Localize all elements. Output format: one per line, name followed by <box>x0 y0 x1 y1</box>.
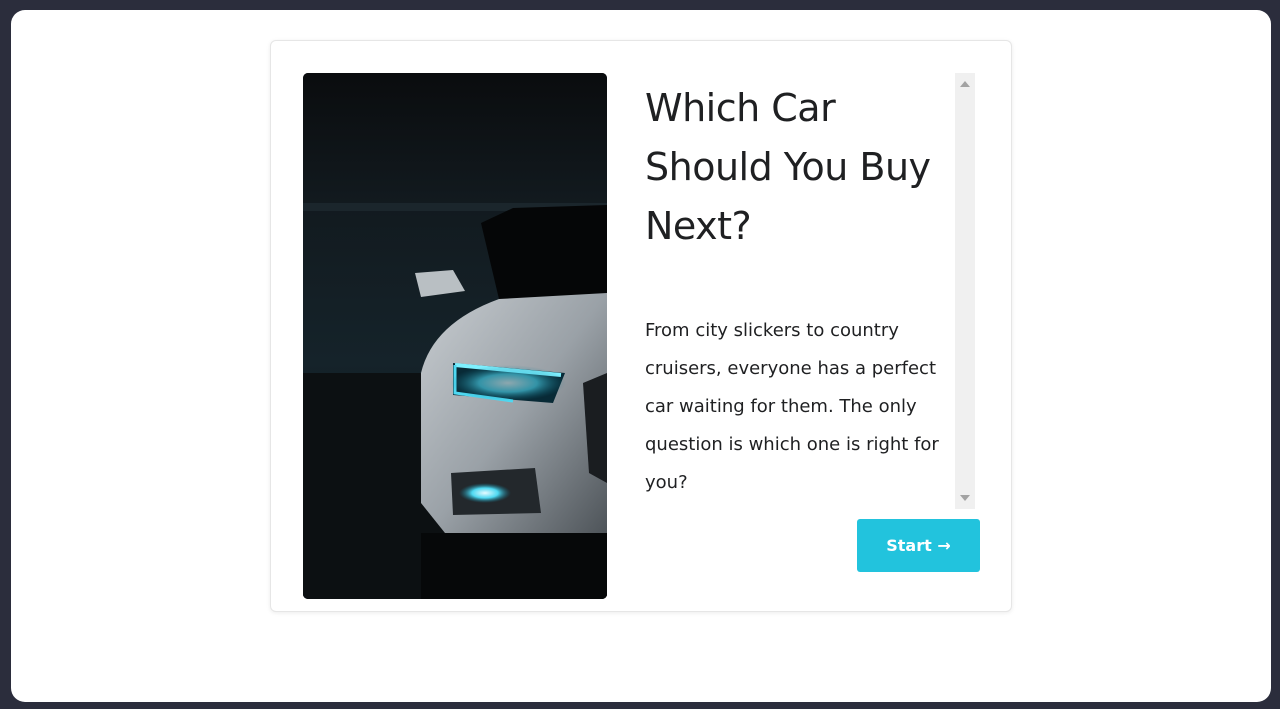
car-hero-image <box>303 73 607 599</box>
page-frame: Which Car Should You Buy Next? From city… <box>11 10 1271 702</box>
quiz-intro-content: Which Car Should You Buy Next? From city… <box>645 73 945 509</box>
quiz-description: From city slickers to country cruisers, … <box>645 320 939 493</box>
quiz-title: Which Car Should You Buy Next? <box>645 86 931 248</box>
start-button[interactable]: Start → <box>857 519 980 572</box>
content-scrollbar[interactable] <box>955 73 975 509</box>
quiz-card: Which Car Should You Buy Next? From city… <box>270 40 1012 612</box>
scroll-up-arrow-icon[interactable] <box>960 81 970 87</box>
scroll-down-arrow-icon[interactable] <box>960 495 970 501</box>
